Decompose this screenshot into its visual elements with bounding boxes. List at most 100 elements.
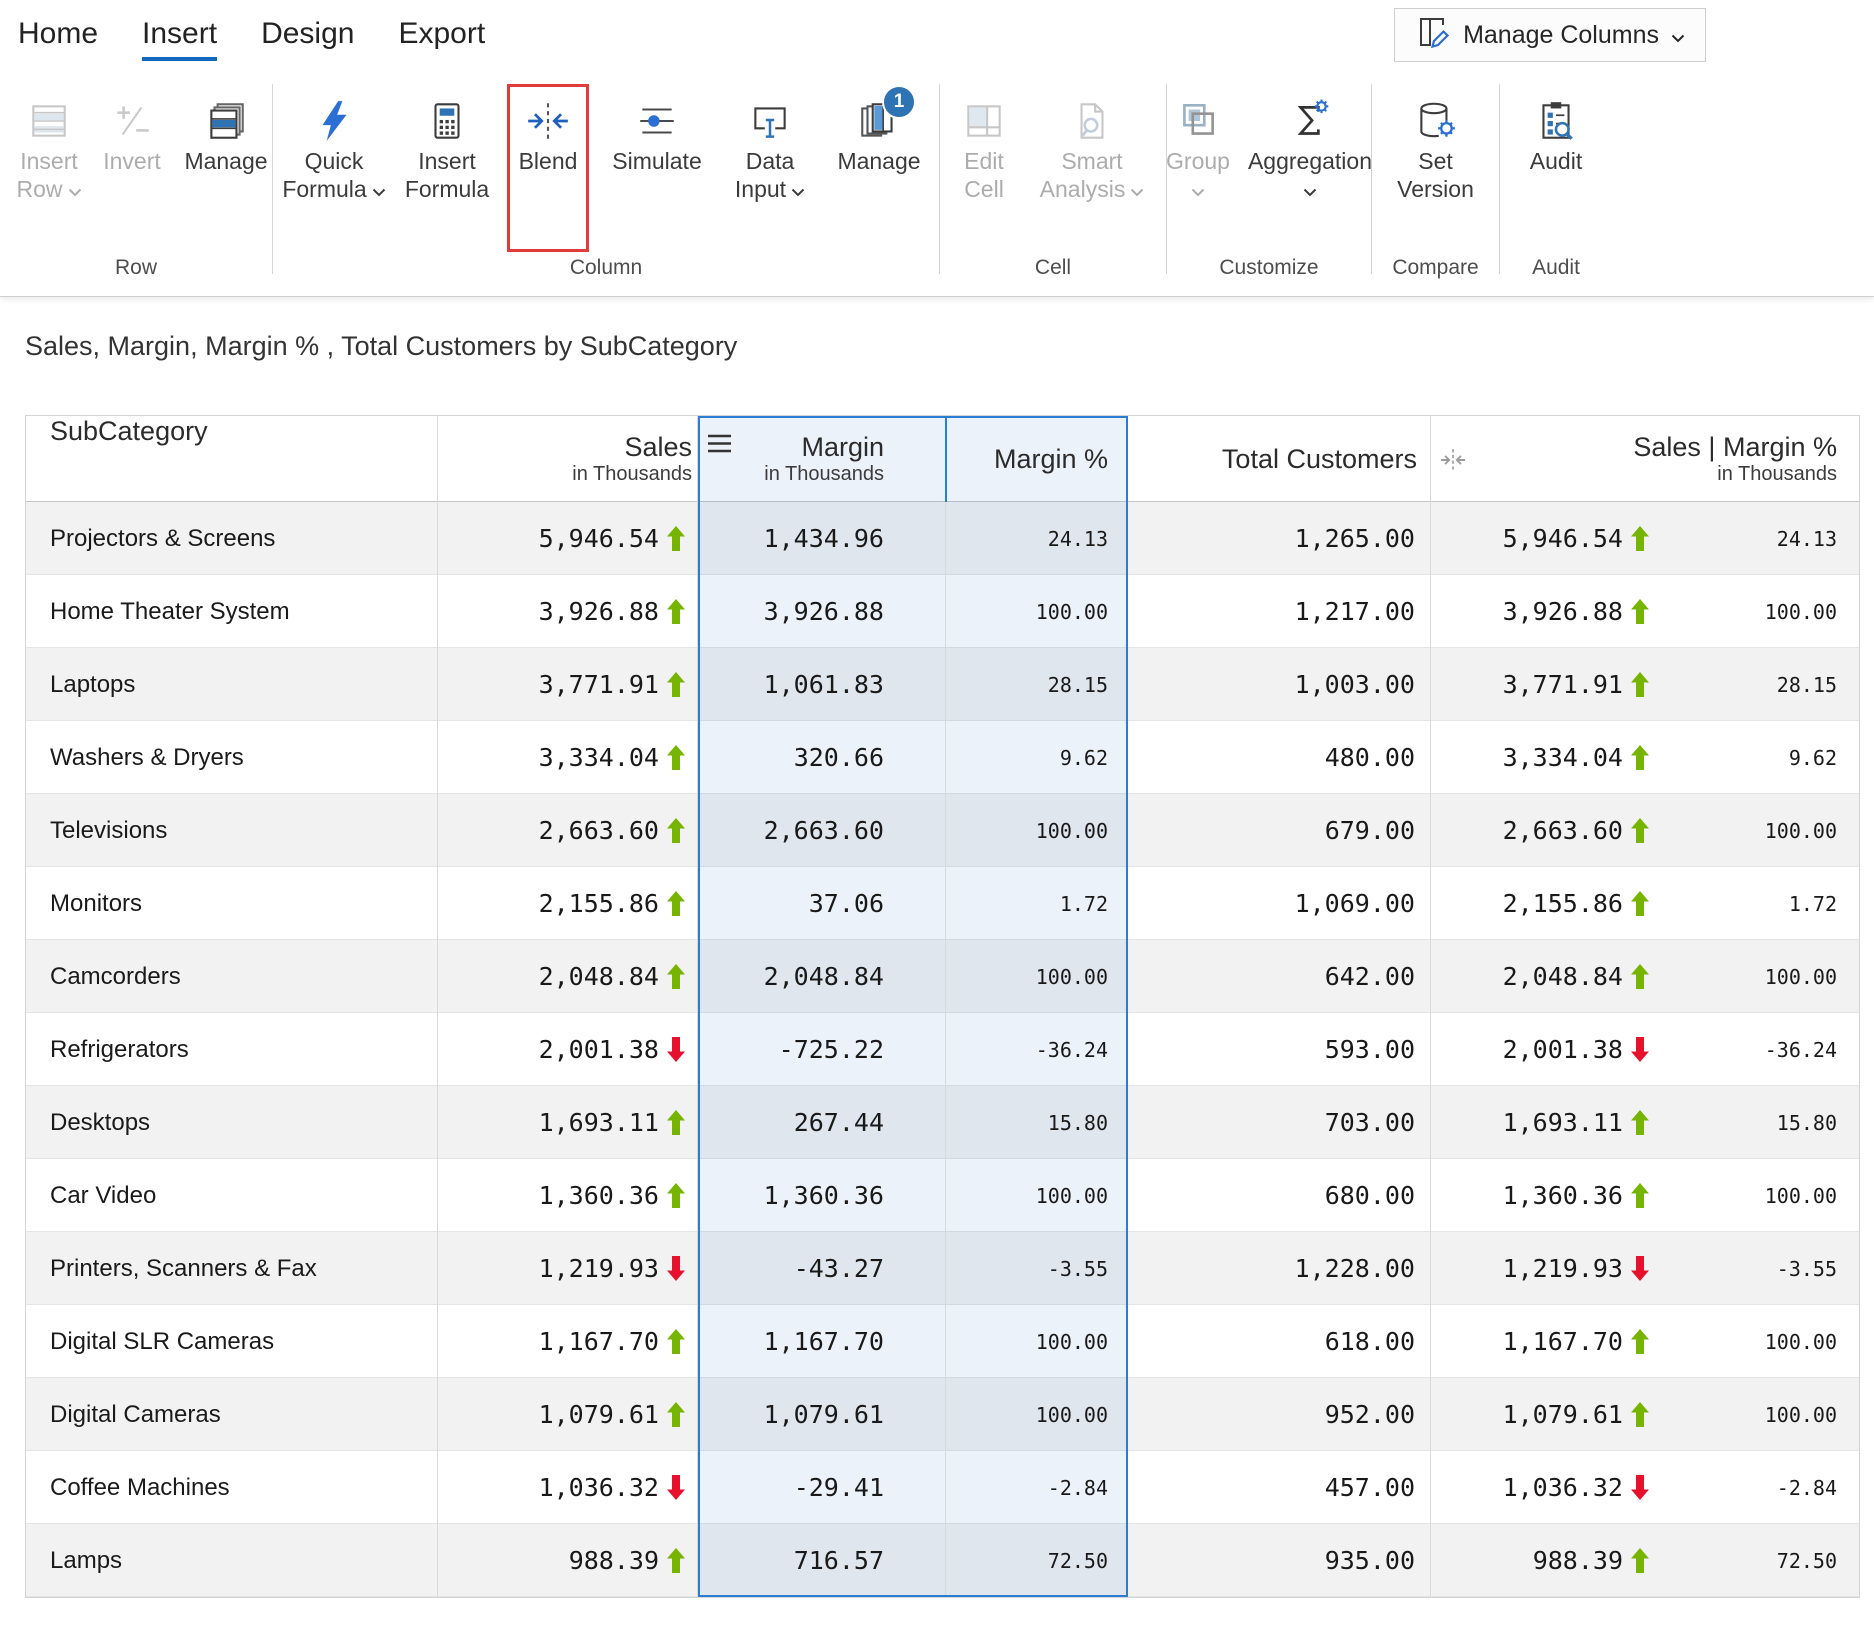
margin-pct-cell[interactable]: 100.00: [946, 794, 1128, 867]
customers-cell[interactable]: 457.00: [1128, 1451, 1431, 1524]
subcategory-cell[interactable]: Televisions: [26, 794, 438, 867]
quick-formula-button[interactable]: QuickFormula: [281, 84, 387, 252]
sales-cell[interactable]: 2,001.38: [438, 1013, 698, 1086]
subcategory-cell[interactable]: Home Theater System: [26, 575, 438, 648]
blend-cell[interactable]: 1,167.70100.00: [1431, 1305, 1859, 1378]
margin-pct-cell[interactable]: 100.00: [946, 1305, 1128, 1378]
manage-columns-button[interactable]: Manage Columns: [1394, 8, 1706, 62]
margin-cell[interactable]: 716.57: [698, 1524, 946, 1597]
customers-cell[interactable]: 593.00: [1128, 1013, 1431, 1086]
invert-button[interactable]: Invert: [96, 84, 168, 252]
blend-cell[interactable]: 3,334.049.62: [1431, 721, 1859, 794]
column-header-margin[interactable]: Marginin Thousands: [698, 416, 946, 502]
subcategory-cell[interactable]: Coffee Machines: [26, 1451, 438, 1524]
customers-cell[interactable]: 480.00: [1128, 721, 1431, 794]
margin-pct-cell[interactable]: 100.00: [946, 1159, 1128, 1232]
subcategory-cell[interactable]: Digital Cameras: [26, 1378, 438, 1451]
margin-cell[interactable]: 1,061.83: [698, 648, 946, 721]
subcategory-cell[interactable]: Printers, Scanners & Fax: [26, 1232, 438, 1305]
margin-cell[interactable]: 37.06: [698, 867, 946, 940]
customers-cell[interactable]: 1,069.00: [1128, 867, 1431, 940]
blend-button[interactable]: Blend: [507, 84, 589, 252]
margin-cell[interactable]: 1,167.70: [698, 1305, 946, 1378]
customers-cell[interactable]: 642.00: [1128, 940, 1431, 1013]
blend-cell[interactable]: 1,693.1115.80: [1431, 1086, 1859, 1159]
customers-cell[interactable]: 952.00: [1128, 1378, 1431, 1451]
margin-pct-cell[interactable]: 1.72: [946, 867, 1128, 940]
subcategory-cell[interactable]: Projectors & Screens: [26, 502, 438, 575]
blend-cell[interactable]: 2,155.861.72: [1431, 867, 1859, 940]
margin-cell[interactable]: -725.22: [698, 1013, 946, 1086]
blend-cell[interactable]: 1,036.32-2.84: [1431, 1451, 1859, 1524]
edit-cell-button[interactable]: EditCell: [951, 84, 1017, 252]
blend-cell[interactable]: 1,079.61100.00: [1431, 1378, 1859, 1451]
subcategory-cell[interactable]: Laptops: [26, 648, 438, 721]
data-input-button[interactable]: DataInput: [725, 84, 815, 252]
margin-cell[interactable]: 2,663.60: [698, 794, 946, 867]
customers-cell[interactable]: 1,228.00: [1128, 1232, 1431, 1305]
group-button[interactable]: Group: [1163, 84, 1233, 252]
column-header-margin_pct[interactable]: Margin %: [946, 416, 1128, 502]
margin-pct-cell[interactable]: -2.84: [946, 1451, 1128, 1524]
sales-cell[interactable]: 1,079.61: [438, 1378, 698, 1451]
sales-cell[interactable]: 3,771.91: [438, 648, 698, 721]
margin-cell[interactable]: 1,434.96: [698, 502, 946, 575]
aggregation-button[interactable]: Aggregation: [1245, 84, 1375, 252]
drag-handle-icon[interactable]: [708, 434, 732, 458]
margin-pct-cell[interactable]: 15.80: [946, 1086, 1128, 1159]
sales-cell[interactable]: 1,167.70: [438, 1305, 698, 1378]
blend-cell[interactable]: 3,926.88100.00: [1431, 575, 1859, 648]
margin-pct-cell[interactable]: -3.55: [946, 1232, 1128, 1305]
subcategory-cell[interactable]: Washers & Dryers: [26, 721, 438, 794]
column-header-customers[interactable]: Total Customers: [1128, 416, 1431, 502]
sales-cell[interactable]: 2,663.60: [438, 794, 698, 867]
column-header-blend[interactable]: Sales | Margin %in Thousands: [1431, 416, 1859, 502]
margin-cell[interactable]: 267.44: [698, 1086, 946, 1159]
manage-columns-ribbon-button[interactable]: 1Manage: [827, 84, 931, 252]
insert-formula-button[interactable]: InsertFormula: [399, 84, 495, 252]
margin-cell[interactable]: 3,926.88: [698, 575, 946, 648]
margin-pct-cell[interactable]: 100.00: [946, 940, 1128, 1013]
customers-cell[interactable]: 679.00: [1128, 794, 1431, 867]
customers-cell[interactable]: 703.00: [1128, 1086, 1431, 1159]
blend-cell[interactable]: 2,663.60100.00: [1431, 794, 1859, 867]
sales-cell[interactable]: 3,334.04: [438, 721, 698, 794]
sales-cell[interactable]: 1,219.93: [438, 1232, 698, 1305]
insert-row-button[interactable]: InsertRow: [14, 84, 84, 252]
sales-cell[interactable]: 1,036.32: [438, 1451, 698, 1524]
set-version-button[interactable]: SetVersion: [1386, 84, 1486, 252]
margin-pct-cell[interactable]: -36.24: [946, 1013, 1128, 1086]
customers-cell[interactable]: 1,265.00: [1128, 502, 1431, 575]
blend-cell[interactable]: 5,946.5424.13: [1431, 502, 1859, 575]
margin-cell[interactable]: -43.27: [698, 1232, 946, 1305]
subcategory-cell[interactable]: Desktops: [26, 1086, 438, 1159]
margin-cell[interactable]: 1,360.36: [698, 1159, 946, 1232]
blend-cell[interactable]: 2,048.84100.00: [1431, 940, 1859, 1013]
smart-analysis-button[interactable]: SmartAnalysis: [1029, 84, 1155, 252]
subcategory-cell[interactable]: Lamps: [26, 1524, 438, 1597]
customers-cell[interactable]: 618.00: [1128, 1305, 1431, 1378]
margin-cell[interactable]: -29.41: [698, 1451, 946, 1524]
sales-cell[interactable]: 1,360.36: [438, 1159, 698, 1232]
blend-cell[interactable]: 3,771.9128.15: [1431, 648, 1859, 721]
margin-pct-cell[interactable]: 100.00: [946, 575, 1128, 648]
blend-cell[interactable]: 1,360.36100.00: [1431, 1159, 1859, 1232]
customers-cell[interactable]: 680.00: [1128, 1159, 1431, 1232]
sales-cell[interactable]: 1,693.11: [438, 1086, 698, 1159]
margin-pct-cell[interactable]: 72.50: [946, 1524, 1128, 1597]
sales-cell[interactable]: 988.39: [438, 1524, 698, 1597]
subcategory-cell[interactable]: Monitors: [26, 867, 438, 940]
sales-cell[interactable]: 3,926.88: [438, 575, 698, 648]
tab-insert[interactable]: Insert: [142, 17, 217, 61]
customers-cell[interactable]: 1,003.00: [1128, 648, 1431, 721]
tab-home[interactable]: Home: [18, 17, 98, 61]
blend-cell[interactable]: 988.3972.50: [1431, 1524, 1859, 1597]
audit-button[interactable]: Audit: [1516, 84, 1596, 252]
margin-pct-cell[interactable]: 24.13: [946, 502, 1128, 575]
tab-export[interactable]: Export: [398, 17, 485, 61]
manage-rows-button[interactable]: Manage: [180, 84, 272, 252]
sales-cell[interactable]: 2,048.84: [438, 940, 698, 1013]
tab-design[interactable]: Design: [261, 17, 354, 61]
subcategory-cell[interactable]: Camcorders: [26, 940, 438, 1013]
column-header-subcategory[interactable]: SubCategory: [26, 416, 438, 502]
